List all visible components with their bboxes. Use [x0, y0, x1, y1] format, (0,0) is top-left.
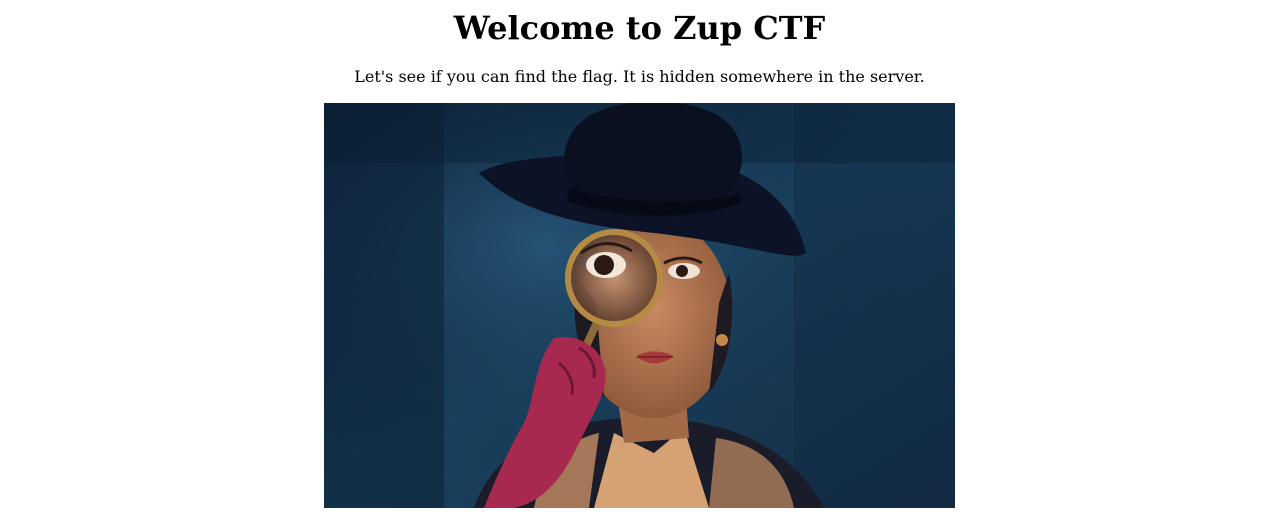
- detective-illustration: [324, 103, 955, 508]
- page-title: Welcome to Zup CTF: [453, 9, 826, 47]
- page-subtitle: Let's see if you can find the flag. It i…: [354, 67, 925, 86]
- hero-image: [324, 103, 955, 508]
